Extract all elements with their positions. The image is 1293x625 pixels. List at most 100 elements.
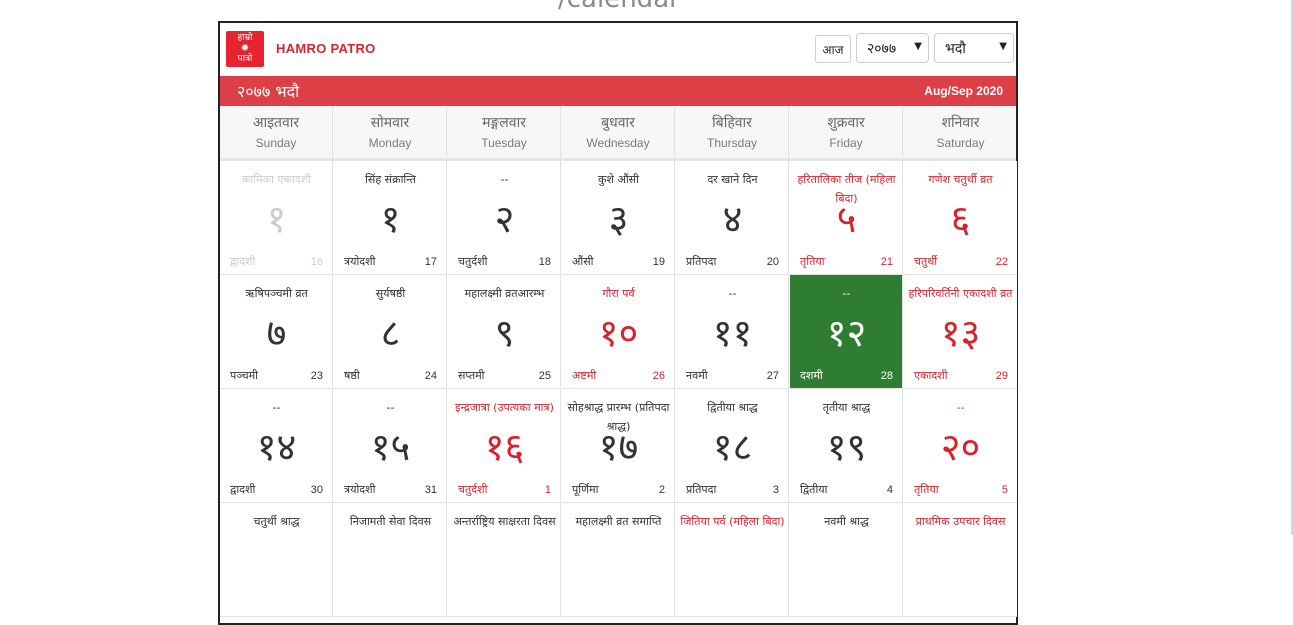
calendar-day-cell[interactable]: -- १४ द्वादशी 30: [220, 389, 333, 503]
calendar-day-cell[interactable]: अन्तर्राष्ट्रिय साक्षरता दिवस: [448, 503, 561, 617]
calendar-day-cell[interactable]: सोहश्राद्ध प्रारम्भ (प्रतिपदा श्राद्ध) १७…: [562, 389, 675, 503]
day-event: चतुर्थी श्राद्ध: [253, 515, 300, 528]
day-event: दर खाने दिन: [707, 173, 758, 186]
calendar-day-cell[interactable]: -- १५ त्रयोदशी 31: [334, 389, 447, 503]
nepali-date-number: १८: [712, 425, 753, 469]
day-event: जितिया पर्व (महिला बिदा): [680, 515, 785, 528]
weekday-english-label: Wednesday: [586, 136, 650, 150]
tithi-label: द्वितीया: [800, 483, 828, 496]
tithi-label: पूर्णिमा: [572, 483, 599, 496]
tithi-label: प्रतिपदा: [686, 255, 717, 268]
nepali-date-number: ३: [608, 197, 629, 241]
nepali-date-number: १४: [256, 425, 297, 469]
weekday-thursday: बिहिवार Thursday: [676, 106, 789, 158]
day-event: कामिका एकादशी: [241, 173, 312, 186]
calendar-day-cell[interactable]: कामिका एकादशी १ द्वादशी 16: [220, 161, 333, 275]
nepali-date-number: ६: [950, 197, 971, 241]
english-date-number: 28: [880, 370, 893, 382]
english-date-number: 23: [310, 370, 323, 382]
nepali-date-number: ८: [380, 311, 401, 355]
weekday-english-label: Thursday: [706, 136, 758, 150]
calendar-day-cell[interactable]: इन्द्रजात्रा (उपत्यका मात्र) १६ चतुर्दशी 1: [448, 389, 561, 503]
calendar-day-cell[interactable]: ऋषिपञ्चमी व्रत ७ पञ्चमी 23: [220, 275, 333, 389]
nepali-date-number: १७: [598, 425, 639, 469]
weekday-sunday: आइतवार Sunday: [220, 106, 333, 158]
weekday-tuesday: मङ्गलवार Tuesday: [448, 106, 561, 158]
day-event: अन्तर्राष्ट्रिय साक्षरता दिवस: [453, 515, 556, 528]
calendar-day-cell[interactable]: प्राथमिक उपचार दिवस: [904, 503, 1017, 617]
calendar-day-cell[interactable]: दर खाने दिन ४ प्रतिपदा 20: [676, 161, 789, 275]
day-event: कुशे औंसी: [598, 173, 639, 186]
calendar-day-cell[interactable]: कुशे औंसी ३ औंसी 19: [562, 161, 675, 275]
tithi-label: दशमी: [800, 369, 823, 382]
tithi-label: तृतिया: [800, 255, 825, 268]
calendar-day-cell[interactable]: सिंह संक्रान्ति १ त्रयोदशी 17: [334, 161, 447, 275]
calendar-day-cell[interactable]: निजामती सेवा दिवस: [334, 503, 447, 617]
year-select[interactable]: २०७७ ▼: [856, 33, 929, 63]
nepali-date-number: ९: [494, 311, 515, 355]
calendar-day-cell[interactable]: नवमी श्राद्ध: [790, 503, 903, 617]
calendar-day-cell[interactable]: -- १२ दशमी 28: [790, 275, 903, 389]
weekday-header: आइतवार Sunday सोमवार Monday मङ्गलवार Tuesday ब…: [220, 106, 1016, 161]
month-header-bar: २०७७ भदौ Aug/Sep 2020: [220, 76, 1016, 106]
calendar-day-cell[interactable]: गौरा पर्व १० अष्टमी 26: [562, 275, 675, 389]
nepali-date-number: १२: [826, 311, 867, 355]
logo-text-line2: पात्रो: [237, 54, 253, 64]
weekday-english-label: Tuesday: [481, 136, 527, 150]
weekday-saturday: शनिवार Saturday: [904, 106, 1017, 158]
weekday-friday: शुक्रवार Friday: [790, 106, 903, 158]
tithi-label: प्रतिपदा: [686, 483, 717, 496]
calendar-day-cell[interactable]: महालक्ष्मी व्रत समाप्ति: [562, 503, 675, 617]
calendar-day-cell[interactable]: चतुर्थी श्राद्ध: [220, 503, 333, 617]
calendar-day-cell[interactable]: महालक्ष्मी व्रतआरम्भ ९ सप्तमी 25: [448, 275, 561, 389]
weekday-nepali-label: बिहिवार: [712, 115, 752, 131]
english-date-number: 25: [538, 370, 551, 382]
calendar-day-cell[interactable]: जितिया पर्व (महिला बिदा): [676, 503, 789, 617]
weekday-nepali-label: शनिवार: [941, 115, 980, 131]
today-button[interactable]: आज: [815, 35, 851, 63]
nepali-month-title: २०७७ भदौ: [237, 82, 300, 101]
calendar-day-cell[interactable]: हरिपरिवर्तिनी एकादशी व्रत १३ एकादशी 29: [904, 275, 1017, 389]
weekday-wednesday: बुधवार Wednesday: [562, 106, 675, 158]
english-date-number: 22: [995, 256, 1008, 268]
calendar-day-cell[interactable]: हरितालिका तीज (महिला बिदा) ५ तृतिया 21: [790, 161, 903, 275]
nepali-date-number: १९: [826, 425, 867, 469]
calendar-day-cell[interactable]: -- २ चतुर्दशी 18: [448, 161, 561, 275]
english-date-number: 29: [995, 370, 1008, 382]
weekday-english-label: Monday: [368, 136, 412, 150]
tithi-label: औंसी: [572, 255, 594, 268]
brand-name[interactable]: HAMRO PATRO: [276, 41, 376, 56]
year-select-value: २०७७: [867, 40, 897, 57]
month-select[interactable]: भदौ ▼: [934, 33, 1014, 63]
english-date-number: 26: [652, 370, 665, 382]
calendar-day-cell[interactable]: -- ११ नवमी 27: [676, 275, 789, 389]
day-event: द्वितीया श्राद्ध: [707, 401, 758, 414]
day-event: --: [500, 173, 509, 186]
day-event: प्राथमिक उपचार दिवस: [915, 515, 1006, 528]
calendar-day-cell[interactable]: द्वितीया श्राद्ध १८ प्रतिपदा 3: [676, 389, 789, 503]
day-event: महालक्ष्मी व्रतआरम्भ: [464, 287, 545, 300]
calendar-day-cell[interactable]: गणेश चतुर्थी व्रत ६ चतुर्थी 22: [904, 161, 1017, 275]
day-event: --: [842, 287, 851, 300]
english-date-number: 19: [652, 256, 665, 268]
tithi-label: पञ्चमी: [230, 369, 259, 382]
calendar-day-cell[interactable]: तृतीया श्राद्ध १९ द्वितीया 4: [790, 389, 903, 503]
hamro-patro-logo[interactable]: हाम्रो ✹ पात्रो: [226, 31, 264, 67]
tithi-label: द्वादशी: [230, 255, 256, 268]
calendar-topbar: हाम्रो ✹ पात्रो HAMRO PATRO आज २०७७ ▼ भद…: [220, 23, 1016, 76]
english-date-number: 5: [1001, 484, 1008, 496]
weekday-nepali-label: मङ्गलवार: [482, 115, 526, 131]
tithi-label: चतुर्दशी: [458, 483, 488, 496]
english-date-number: 1: [544, 484, 551, 496]
calendar-day-cell[interactable]: सुर्यषष्ठी ८ षष्ठी 24: [334, 275, 447, 389]
nepali-date-number: १५: [370, 425, 411, 469]
tithi-label: सप्तमी: [458, 369, 485, 382]
english-month-range: Aug/Sep 2020: [924, 84, 1003, 98]
day-event: गौरा पर्व: [602, 287, 635, 300]
english-date-number: 17: [424, 256, 437, 268]
calendar-day-cell[interactable]: -- २० तृतिया 5: [904, 389, 1017, 503]
english-date-number: 2: [658, 484, 665, 496]
nepali-date-number: १: [266, 197, 287, 241]
english-date-number: 24: [424, 370, 437, 382]
day-event: तृतीया श्राद्ध: [822, 401, 871, 414]
